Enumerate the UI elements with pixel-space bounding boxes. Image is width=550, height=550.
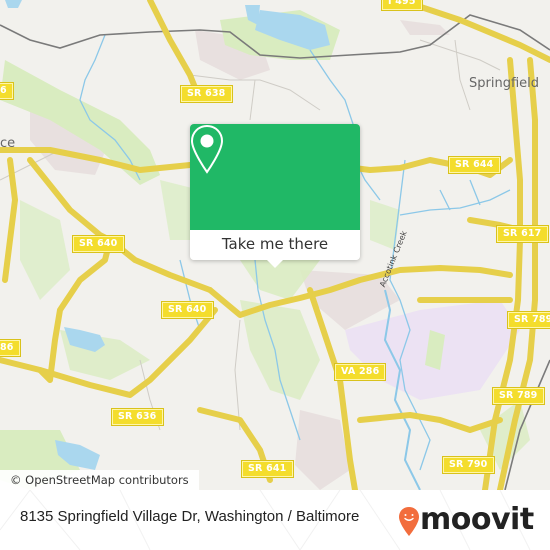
stream	[439, 179, 481, 211]
address-text: 8135 Springfield Village Dr, Washington …	[20, 508, 360, 525]
urban-area	[295, 410, 350, 490]
road-shield-sr638: SR 638	[180, 85, 233, 103]
map-attribution[interactable]: © OpenStreetMap contributors	[0, 470, 199, 490]
road-shield-sr636-partial: 86	[0, 339, 21, 357]
road-left	[2, 157, 18, 283]
map-view[interactable]: Springfield ce Accotink Creek I 495 SR 6…	[0, 0, 550, 490]
popup-pointer	[267, 260, 283, 268]
place-label-partial: ce	[0, 136, 16, 151]
lake	[5, 0, 22, 8]
destination-popup[interactable]: Take me there	[190, 124, 360, 268]
road-shield-sr644: SR 644	[448, 156, 501, 174]
park-area	[20, 200, 70, 300]
road-shield-sr617: SR 617	[496, 225, 549, 243]
road-shield-sr636: SR 636	[111, 408, 164, 426]
road-shield-partial: 6	[0, 82, 14, 100]
road-shield-sr789: SR 789	[492, 387, 545, 405]
park-area	[240, 300, 320, 400]
road-shield-i495: I 495	[381, 0, 423, 11]
road-sr790	[357, 412, 503, 433]
road-shield-sr640: SR 640	[161, 301, 214, 319]
stream	[179, 259, 201, 331]
place-label-springfield: Springfield	[469, 76, 540, 91]
road-shield-sr789: SR 789	[507, 311, 550, 329]
take-me-there-button[interactable]: Take me there	[190, 230, 360, 260]
footer-bar: 8135 Springfield Village Dr, Washington …	[0, 490, 550, 550]
moovit-wordmark: moovit	[420, 502, 534, 537]
road-shield-sr641: SR 641	[241, 460, 294, 478]
minor-road	[234, 319, 241, 431]
location-pin-icon	[190, 124, 224, 174]
urban-area	[400, 20, 450, 35]
minor-road	[454, 39, 471, 111]
stream	[399, 189, 511, 216]
popup-header	[190, 124, 360, 230]
road-shield-sr640: SR 640	[72, 235, 125, 253]
road-shield-sr790: SR 790	[442, 456, 495, 474]
road-sr638	[147, 0, 203, 103]
minor-road	[249, 79, 256, 121]
moovit-logo-pin-icon	[399, 507, 419, 536]
road-shield-va286: VA 286	[333, 363, 387, 381]
